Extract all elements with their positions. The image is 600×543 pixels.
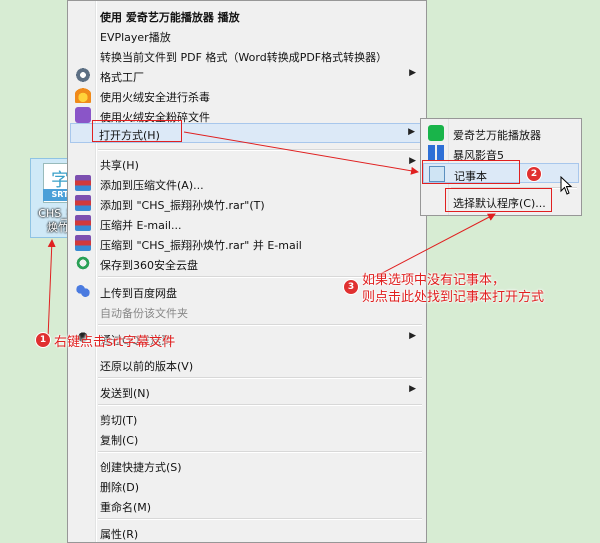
arrow-to-notepad — [183, 131, 419, 175]
step-2-badge: 2 — [526, 166, 542, 182]
step-3-badge: 3 — [343, 279, 359, 295]
step-3-note: 如果选项中没有记事本， 则点击此处找到记事本打开方式 — [362, 273, 545, 305]
mouse-cursor-icon — [560, 176, 573, 195]
step-1-note: 右键点击srt字幕文件 — [54, 335, 176, 350]
step-1-badge: 1 — [35, 332, 51, 348]
arrow-to-file — [47, 239, 56, 339]
